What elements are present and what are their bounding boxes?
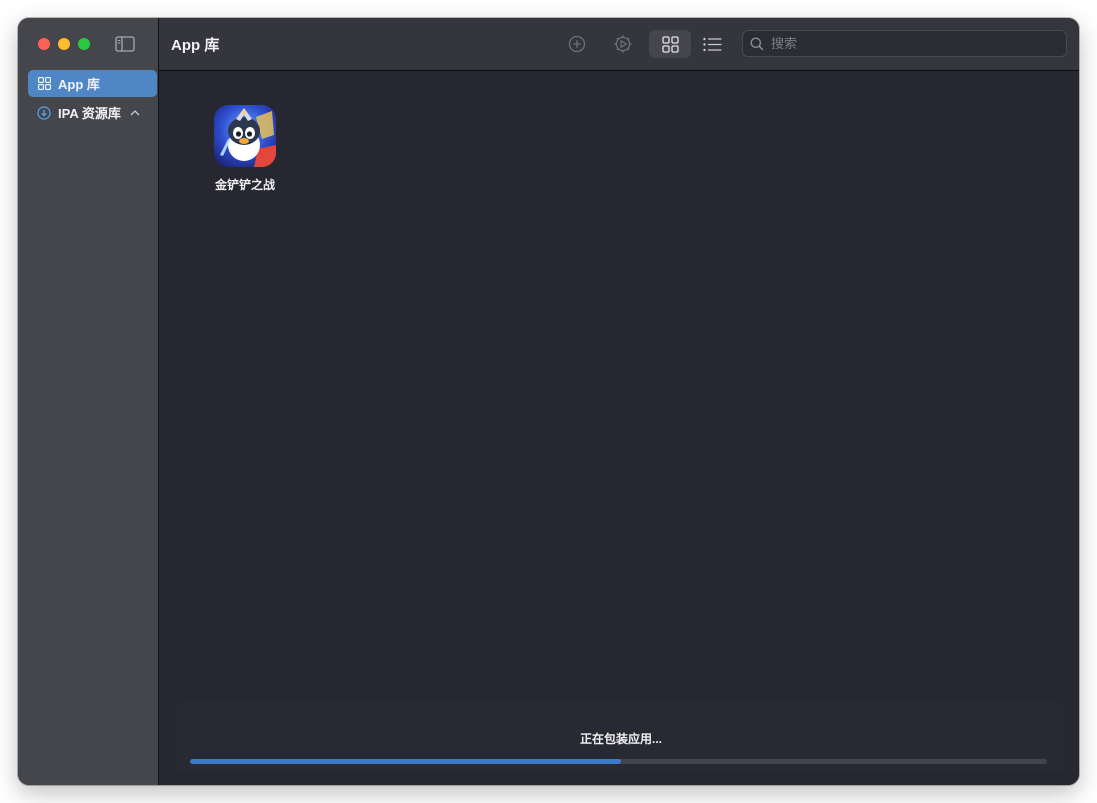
- add-app-button[interactable]: [565, 30, 589, 58]
- sidebar-item-ipa-library[interactable]: IPA 资源库: [28, 99, 158, 126]
- sidebar-item-app-library[interactable]: App 库: [28, 70, 157, 97]
- list-view-button[interactable]: [699, 30, 725, 58]
- grid-view-button[interactable]: [649, 30, 691, 58]
- search-field[interactable]: [742, 30, 1067, 57]
- status-text: 正在包装应用...: [579, 732, 662, 746]
- chevron-up-icon[interactable]: [130, 109, 140, 116]
- search-input[interactable]: [769, 35, 1053, 52]
- app-library-content: 金铲铲之战 正在包装应用...: [159, 71, 1079, 785]
- list-view-icon: [702, 37, 722, 52]
- search-icon: [750, 37, 764, 51]
- sidebar-item-label: App 库: [58, 77, 100, 92]
- sidebar: App 库 IPA 资源库: [18, 18, 159, 785]
- add-icon: [568, 35, 586, 53]
- grid-icon: [37, 77, 51, 91]
- sidebar-toggle-icon[interactable]: [115, 35, 135, 52]
- packaging-status-panel: 正在包装应用...: [177, 702, 1065, 772]
- toolbar: App 库: [159, 18, 1079, 71]
- settings-icon: [613, 34, 633, 54]
- progress-bar-fill: [190, 759, 622, 764]
- page-title: App 库: [171, 37, 220, 54]
- close-window-button[interactable]: [38, 38, 50, 50]
- grid-view-icon: [661, 35, 679, 53]
- app-name: 金铲铲之战: [214, 178, 275, 192]
- maximize-window-button[interactable]: [78, 38, 90, 50]
- progress-bar: [190, 759, 1047, 764]
- minimize-window-button[interactable]: [58, 38, 70, 50]
- app-tile[interactable]: 金铲铲之战: [199, 105, 291, 193]
- app-window: App 库 IPA 资源库 App 库 搜索 金铲铲之战 正在包装应用...: [18, 18, 1079, 785]
- settings-button[interactable]: [611, 30, 635, 58]
- sidebar-item-label: IPA 资源库: [58, 106, 121, 121]
- app-icon: [214, 105, 276, 167]
- download-circle-icon: [37, 105, 51, 120]
